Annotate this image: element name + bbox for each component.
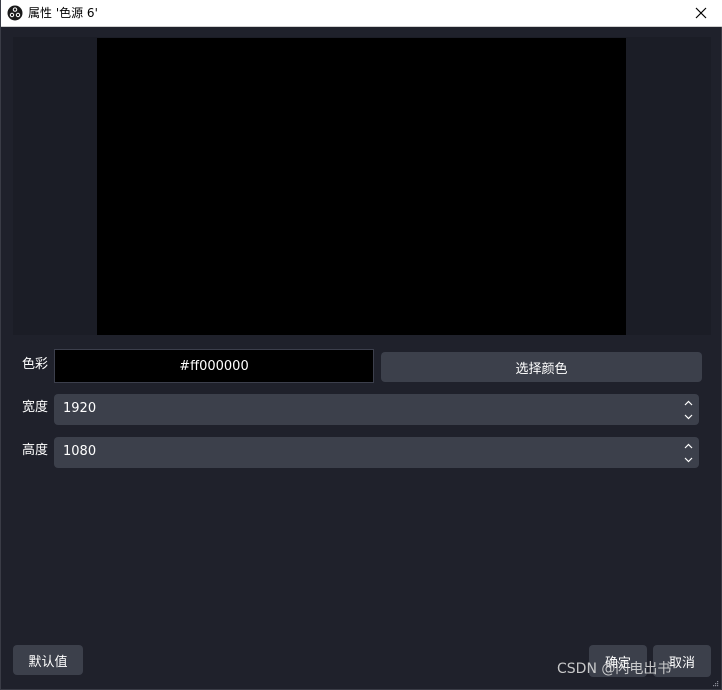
- width-increment[interactable]: [681, 396, 695, 409]
- properties-dialog: 属性 '色源 6' 色彩 #ff000000 选择颜色 宽度 1920 高度 1…: [0, 0, 722, 690]
- width-value: 1920: [63, 401, 97, 416]
- height-value: 1080: [63, 444, 97, 459]
- width-label: 宽度: [22, 400, 49, 415]
- defaults-button[interactable]: 默认值: [13, 645, 83, 675]
- cancel-label: 取消: [668, 655, 695, 671]
- color-label: 色彩: [22, 357, 49, 372]
- defaults-label: 默认值: [28, 654, 68, 670]
- chevron-down-icon: [684, 414, 692, 419]
- chevron-up-icon: [684, 443, 692, 448]
- select-color-button[interactable]: 选择颜色: [381, 352, 702, 382]
- window-title: 属性 '色源 6': [28, 6, 98, 20]
- csdn-watermark: CSDN @闪电出书: [557, 661, 672, 677]
- width-decrement[interactable]: [681, 410, 695, 423]
- title-bar: 属性 '色源 6': [1, 0, 722, 27]
- select-color-label: 选择颜色: [515, 361, 568, 377]
- width-spinbox[interactable]: 1920: [54, 394, 699, 425]
- width-spin-arrows: [681, 396, 695, 423]
- color-source-canvas: [97, 38, 626, 335]
- height-increment[interactable]: [681, 439, 695, 452]
- color-value-text: #ff000000: [179, 358, 249, 374]
- resize-grip-icon[interactable]: [711, 679, 719, 687]
- obs-logo-icon: [7, 5, 23, 21]
- chevron-up-icon: [684, 400, 692, 405]
- close-icon: [695, 7, 707, 19]
- close-button[interactable]: [679, 0, 722, 26]
- height-decrement[interactable]: [681, 453, 695, 466]
- height-label: 高度: [22, 443, 49, 458]
- color-value-swatch: #ff000000: [54, 349, 374, 383]
- chevron-down-icon: [684, 457, 692, 462]
- height-spin-arrows: [681, 439, 695, 466]
- source-preview: [13, 37, 711, 335]
- height-spinbox[interactable]: 1080: [54, 437, 699, 468]
